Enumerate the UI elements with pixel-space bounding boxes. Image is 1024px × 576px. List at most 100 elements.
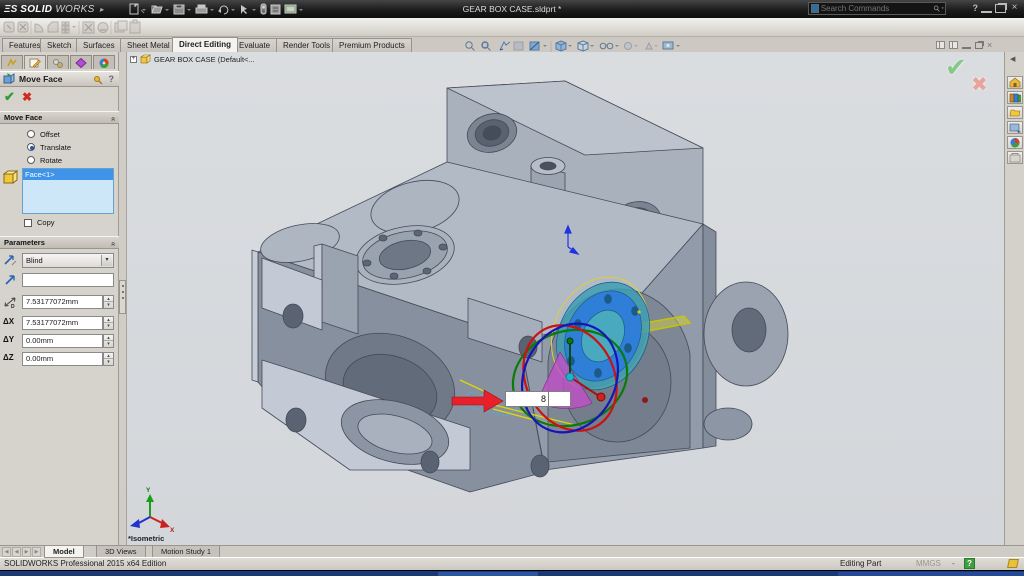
callout-value-field[interactable]: 8 [505, 391, 549, 407]
confirm-cancel-icon[interactable]: ✖ [971, 72, 988, 97]
keep-visible-pin-icon[interactable] [93, 75, 103, 85]
file-explorer-icon[interactable] [1007, 106, 1023, 119]
move-distance-callout[interactable]: 8 [505, 391, 571, 407]
panel-help-icon[interactable]: ? [109, 74, 115, 84]
face-selection-listbox[interactable]: Face<1> [22, 168, 114, 214]
splitter-handle[interactable] [119, 280, 126, 314]
section-view-icon[interactable] [530, 42, 539, 50]
task-pane-expand-icon[interactable]: ◀ [1010, 55, 1015, 63]
dropdown-caret-icon[interactable]: ▾ [101, 255, 112, 266]
tab-property-manager[interactable] [24, 55, 46, 69]
tab-sheet-metal[interactable]: Sheet Metal [120, 38, 177, 52]
tab-dimxpert-manager[interactable] [70, 55, 92, 69]
zoom-area-icon[interactable] [482, 42, 491, 51]
graphics-viewport[interactable]: Y X Z + GEAR BOX CASE (Default<... ✔ ✖ [127, 52, 1004, 545]
command-search[interactable] [808, 2, 946, 15]
hide-show-items-icon[interactable] [600, 43, 613, 49]
view-orientation-icon[interactable] [556, 41, 566, 51]
new-file-icon[interactable] [130, 4, 138, 14]
collapse-icon[interactable]: « [107, 117, 119, 121]
part-tree-label[interactable]: GEAR BOX CASE (Default<... [154, 55, 255, 64]
prev-tab-arrow-icon[interactable]: ◀ [12, 547, 21, 557]
last-tab-arrow-icon[interactable]: ▶ [32, 547, 41, 557]
collapse-icon[interactable]: « [107, 242, 119, 246]
zoom-fit-icon[interactable] [466, 42, 475, 51]
tab-display-manager[interactable] [93, 55, 115, 69]
tree-expand-icon[interactable]: + [130, 56, 137, 63]
copy-checkbox-row[interactable]: Copy [24, 217, 55, 228]
flyout-feature-tree[interactable]: + GEAR BOX CASE (Default<... [130, 54, 255, 64]
offset-radio[interactable] [27, 130, 35, 138]
undo-icon[interactable] [218, 6, 228, 14]
tab-sketch[interactable]: Sketch [40, 38, 78, 52]
direction-reference-field[interactable] [22, 273, 114, 287]
display-style-icon[interactable] [578, 41, 588, 51]
display-settings-icon[interactable] [285, 5, 296, 13]
minimize-button[interactable] [981, 4, 992, 13]
tab-feature-manager[interactable] [1, 55, 23, 69]
search-magnifier-icon[interactable] [931, 3, 945, 14]
pane-split-icon[interactable] [936, 41, 945, 49]
delta-z-label: ΔZ [3, 353, 14, 362]
view-settings-icon[interactable] [663, 42, 673, 49]
tab-premium-products[interactable]: Premium Products [332, 38, 412, 52]
selected-face-item[interactable]: Face<1> [23, 169, 113, 180]
copy-checkbox[interactable] [24, 219, 32, 227]
rotate-radio-row[interactable]: Rotate [27, 154, 62, 166]
delta-x-spinner[interactable]: ▴▾ [103, 316, 114, 330]
panel-splitter[interactable] [119, 52, 127, 545]
delta-x-field[interactable]: 7.53177072mm [22, 316, 103, 330]
menu-expand-icon[interactable]: ▸ [100, 5, 104, 14]
end-condition-dropdown[interactable]: Blind ▾ [22, 253, 114, 268]
tab-direct-editing[interactable]: Direct Editing [172, 37, 238, 52]
ok-icon[interactable]: ✔ [4, 89, 15, 105]
confirm-ok-icon[interactable]: ✔ [945, 52, 967, 83]
restore-button[interactable] [995, 4, 1006, 13]
doc-restore-icon[interactable] [975, 42, 983, 49]
select-cursor-icon[interactable] [241, 5, 247, 14]
delta-z-field[interactable]: 0.00mm [22, 352, 103, 366]
magnifying-glass-icon[interactable] [500, 42, 510, 50]
save-icon[interactable] [174, 5, 184, 14]
doc-minimize-icon[interactable] [962, 42, 971, 49]
edition-text: SOLIDWORKS Professional 2015 x64 Edition [4, 559, 166, 568]
pane-single-icon[interactable] [949, 41, 958, 49]
translate-radio-row[interactable]: Translate [27, 141, 71, 153]
tab-evaluate[interactable]: Evaluate [232, 38, 277, 52]
delta-y-field[interactable]: 0.00mm [22, 334, 103, 348]
quick-tips-icon[interactable]: ? [964, 558, 975, 569]
tag-icon[interactable] [1007, 559, 1019, 568]
distance-field[interactable]: 7.53177072mm [22, 295, 103, 309]
help-icon[interactable]: ? [973, 3, 979, 13]
title-bar: ΞS SOLIDWORKS ▸ [0, 0, 1024, 18]
offset-radio-row[interactable]: Offset [27, 128, 60, 140]
close-button[interactable]: × [1009, 4, 1020, 13]
translate-radio[interactable] [27, 143, 35, 151]
parameters-group-header[interactable]: Parameters « [0, 236, 119, 249]
options-icon[interactable] [271, 5, 280, 14]
tab-surfaces[interactable]: Surfaces [76, 38, 122, 52]
design-library-icon[interactable] [1007, 91, 1023, 104]
view-palette-icon[interactable] [1007, 121, 1023, 134]
tab-render-tools[interactable]: Render Tools [276, 38, 337, 52]
doc-close-icon[interactable]: × [987, 41, 992, 49]
first-tab-arrow-icon[interactable]: ◀ [2, 547, 11, 557]
next-tab-arrow-icon[interactable]: ▶ [22, 547, 31, 557]
tab-model[interactable]: Model [44, 546, 84, 558]
custom-properties-icon[interactable] [1007, 151, 1023, 164]
tab-configuration-manager[interactable] [47, 55, 69, 69]
solidworks-resources-icon[interactable] [1007, 76, 1023, 89]
delta-y-spinner[interactable]: ▴▾ [103, 334, 114, 348]
rebuild-icon[interactable] [261, 4, 266, 14]
open-file-icon[interactable] [152, 6, 162, 13]
appearances-icon[interactable] [1007, 136, 1023, 149]
units-text[interactable]: MMGS [916, 559, 941, 568]
rotate-radio[interactable] [27, 156, 35, 164]
callout-unit-field[interactable] [549, 391, 571, 407]
search-input[interactable] [821, 4, 931, 13]
cancel-icon[interactable]: ✖ [22, 90, 32, 104]
distance-spinner[interactable]: ▴▾ [103, 295, 114, 309]
print-icon[interactable] [196, 5, 207, 13]
delta-z-spinner[interactable]: ▴▾ [103, 352, 114, 366]
move-face-group-header[interactable]: Move Face « [0, 111, 119, 124]
